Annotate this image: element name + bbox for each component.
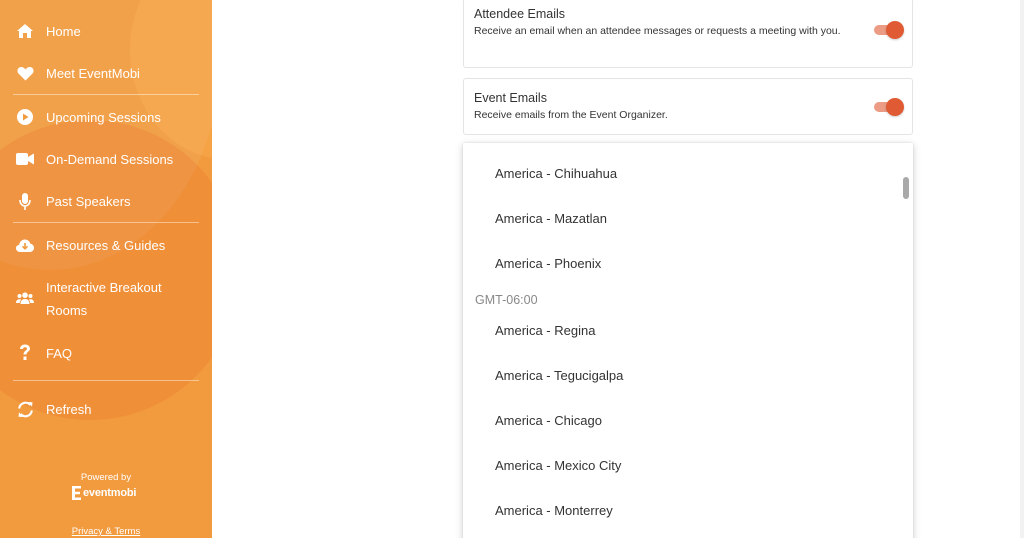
sidebar-item-label: Home [46, 24, 81, 39]
cloud-download-icon [16, 236, 34, 254]
event-emails-title: Event Emails [474, 91, 547, 105]
dropdown-scrollbar[interactable] [903, 177, 909, 199]
attendee-emails-setting: Attendee Emails Receive an email when an… [463, 0, 913, 68]
timezone-group-header: GMT-06:00 [475, 293, 538, 307]
timezone-option[interactable]: America - Monterrey [495, 503, 613, 518]
sidebar-item-label: Past Speakers [46, 194, 131, 209]
sidebar-divider [13, 380, 199, 381]
timezone-option[interactable]: America - Mexico City [495, 458, 621, 473]
users-icon [16, 289, 34, 307]
privacy-terms-link[interactable]: Privacy & Terms [0, 526, 212, 537]
event-emails-setting: Event Emails Receive emails from the Eve… [463, 78, 913, 135]
attendee-emails-title: Attendee Emails [474, 7, 566, 21]
home-icon [16, 22, 34, 40]
refresh-icon [16, 400, 34, 418]
attendee-emails-toggle[interactable] [872, 21, 904, 39]
eventmobi-logo-icon [72, 486, 81, 500]
sidebar-item-label: On-Demand Sessions [46, 152, 174, 167]
sidebar-divider [13, 94, 199, 95]
timezone-option[interactable]: America - Tegucigalpa [495, 368, 623, 383]
timezone-option[interactable]: America - Mazatlan [495, 211, 607, 226]
eventmobi-logo: eventmobi [72, 486, 136, 500]
sidebar-item-label: Meet EventMobi [46, 66, 140, 81]
event-emails-toggle[interactable] [872, 98, 904, 116]
event-emails-description: Receive emails from the Event Organizer. [474, 109, 668, 121]
timezone-option[interactable]: America - Phoenix [495, 256, 601, 271]
video-camera-icon [16, 150, 34, 168]
toggle-knob [886, 98, 904, 116]
sidebar-divider [13, 222, 199, 223]
sidebar-item-label: Interactive Breakout Rooms [46, 280, 162, 318]
sidebar-item-label: Refresh [46, 402, 92, 417]
play-circle-icon [16, 108, 34, 126]
microphone-icon [16, 192, 34, 210]
question-mark-icon [16, 343, 34, 361]
timezone-option[interactable]: America - Chihuahua [495, 166, 617, 181]
heart-icon [16, 64, 34, 82]
toggle-knob [886, 21, 904, 39]
sidebar-item-label: Upcoming Sessions [46, 110, 161, 125]
sidebar: Home Meet EventMobi Upcoming Sessions On… [0, 0, 212, 538]
powered-by-text: Powered by [80, 472, 132, 483]
timezone-dropdown-list: America - Chihuahua America - Mazatlan A… [463, 143, 913, 538]
window-edge [1020, 0, 1024, 538]
sidebar-item-label: FAQ [46, 346, 73, 361]
timezone-option[interactable]: America - Regina [495, 323, 595, 338]
sidebar-item-label: Resources & Guides [46, 238, 166, 253]
brand-name: eventmobi [83, 487, 137, 499]
timezone-option[interactable]: America - Chicago [495, 413, 602, 428]
attendee-emails-description: Receive an email when an attendee messag… [474, 25, 841, 37]
